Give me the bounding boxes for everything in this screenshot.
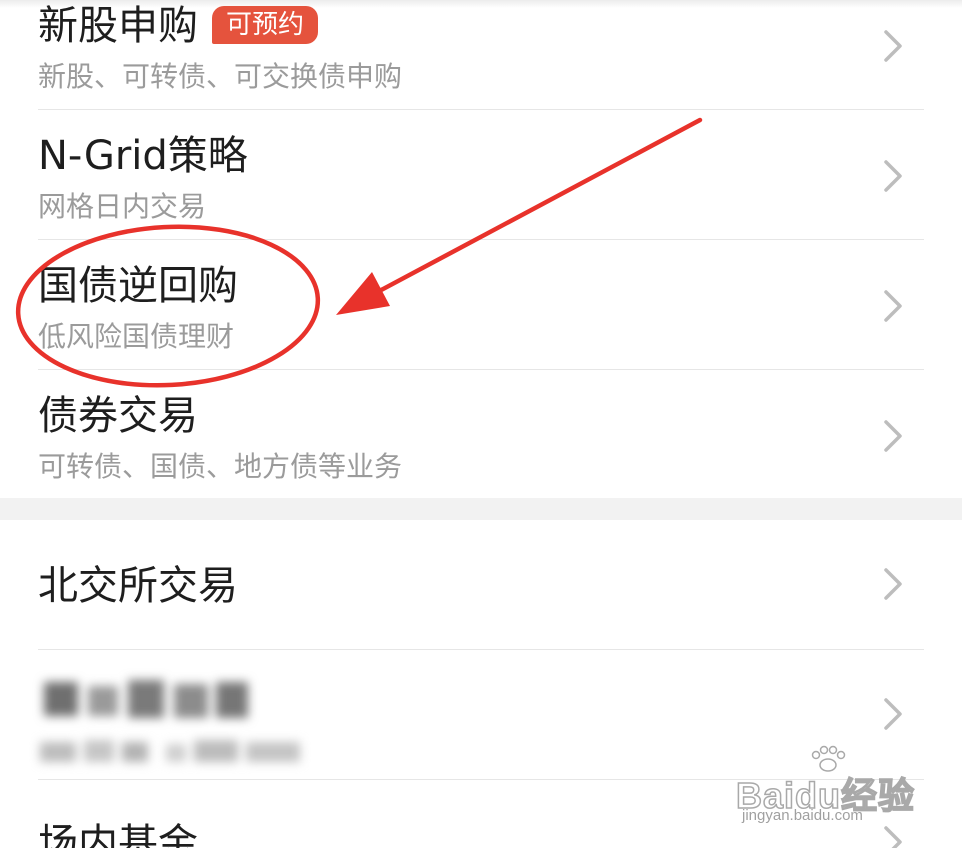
menu-item-title-text: 新股申购 bbox=[38, 3, 198, 49]
chevron-right-icon bbox=[884, 568, 902, 600]
menu-item-title: 债券交易 bbox=[38, 393, 198, 439]
chevron-right-icon bbox=[884, 160, 902, 192]
chevron-right-icon bbox=[884, 290, 902, 322]
menu-item-title: 国债逆回购 bbox=[38, 263, 238, 309]
baidu-watermark: Baidu经验 jingyan.baidu.com bbox=[735, 745, 936, 835]
chevron-right-icon bbox=[884, 420, 902, 452]
reservable-badge: 可预约 bbox=[212, 6, 319, 44]
blurred-subtitle bbox=[36, 734, 306, 766]
trade-menu-screen: 新股申购 可预约 新股、可转债、可交换债申购 N-Grid策略 网格日内交易 国债… bbox=[0, 0, 962, 848]
menu-item-bse-trading[interactable]: 北交所交易 bbox=[0, 520, 962, 650]
menu-item-treasury-reverse-repo[interactable]: 国债逆回购 低风险国债理财 bbox=[0, 240, 962, 370]
blurred-title bbox=[36, 676, 256, 722]
menu-item-subtitle: 可转债、国债、地方债等业务 bbox=[38, 450, 403, 483]
menu-item-bond-trading[interactable]: 债券交易 可转债、国债、地方债等业务 bbox=[0, 370, 962, 498]
menu-item-n-grid-strategy[interactable]: N-Grid策略 网格日内交易 bbox=[0, 110, 962, 240]
menu-item-subtitle: 低风险国债理财 bbox=[38, 320, 235, 353]
menu-group-trading: 新股申购 可预约 新股、可转债、可交换债申购 N-Grid策略 网格日内交易 国债… bbox=[0, 0, 962, 498]
menu-item-title: N-Grid策略 bbox=[38, 133, 248, 179]
menu-item-title: 新股申购 可预约 bbox=[38, 2, 319, 50]
watermark-url: jingyan.baidu.com bbox=[742, 807, 863, 824]
menu-item-ipo-subscription[interactable]: 新股申购 可预约 新股、可转债、可交换债申购 bbox=[0, 0, 962, 110]
chevron-right-icon bbox=[884, 30, 902, 62]
menu-item-subtitle: 新股、可转债、可交换债申购 bbox=[38, 60, 403, 93]
menu-item-title: 北交所交易 bbox=[38, 563, 238, 609]
chevron-right-icon bbox=[884, 698, 902, 730]
section-separator bbox=[0, 498, 962, 520]
menu-item-subtitle: 网格日内交易 bbox=[38, 190, 207, 223]
menu-item-title: 场内基金 bbox=[38, 821, 198, 848]
